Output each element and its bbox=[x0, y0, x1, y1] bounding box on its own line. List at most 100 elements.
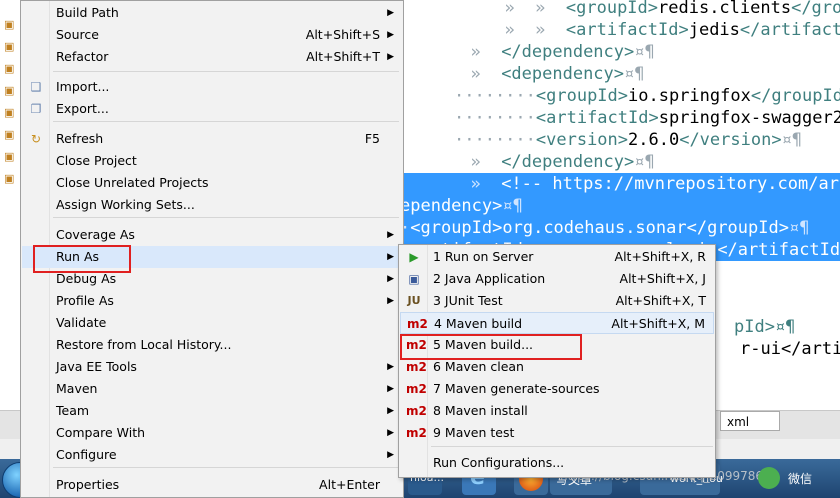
submenu-item-label: 9 Maven test bbox=[433, 425, 515, 440]
package-icon: ▣ bbox=[4, 40, 15, 53]
code-line: » <!-- https://mvnrepository.com/artifac… bbox=[400, 173, 840, 195]
whitespace-marker: » » bbox=[484, 0, 566, 18]
menu-item-label: Close Unrelated Projects bbox=[56, 175, 209, 190]
whitespace-marker: ¤¶ bbox=[624, 64, 645, 84]
submenu-item-label: 7 Maven generate-sources bbox=[433, 381, 600, 396]
menu-item-close-project[interactable]: Close Project bbox=[22, 150, 402, 172]
m2-icon: m2 bbox=[406, 382, 427, 396]
menu-item-coverage-as[interactable]: Coverage As ▶ bbox=[22, 224, 402, 246]
xml-tag: <artifactId> bbox=[565, 20, 689, 40]
whitespace-marker: ········ bbox=[454, 130, 536, 150]
xml-text: redis.clients bbox=[658, 0, 792, 18]
menu-item-java-ee-tools[interactable]: Java EE Tools ▶ bbox=[22, 356, 402, 378]
menu-item-build-path[interactable]: Build Path ▶ bbox=[22, 2, 402, 24]
xml-text: io.springfox bbox=[628, 86, 751, 106]
submenu-arrow-icon: ▶ bbox=[387, 384, 394, 394]
whitespace-marker: » » bbox=[484, 20, 566, 40]
submenu-arrow-icon: ▶ bbox=[387, 30, 394, 40]
menu-item-validate[interactable]: Validate bbox=[22, 312, 402, 334]
menu-item-label: Close Project bbox=[56, 153, 137, 168]
menu-item-compare-with[interactable]: Compare With ▶ bbox=[22, 422, 402, 444]
menu-item-import[interactable]: ❑ Import... bbox=[22, 76, 402, 98]
menu-item-label: Export... bbox=[56, 101, 109, 116]
menu-item-refresh[interactable]: ↻ Refresh F5 bbox=[22, 128, 402, 150]
code-line: ········<groupId>io.springfox</groupId>¤… bbox=[454, 85, 840, 107]
whitespace-marker: ¤¶ bbox=[788, 218, 810, 238]
menu-item-label: Java EE Tools bbox=[56, 359, 137, 374]
menu-item-configure[interactable]: Configure ▶ bbox=[22, 444, 402, 466]
submenu-arrow-icon: ▶ bbox=[387, 52, 394, 62]
submenu-arrow-icon: ▶ bbox=[387, 274, 394, 284]
code-line: ········<version>2.6.0</version>¤¶ bbox=[454, 129, 802, 151]
xml-text: jedis bbox=[688, 20, 740, 40]
package-icon: ▣ bbox=[4, 172, 15, 185]
package-icon: ▣ bbox=[4, 62, 15, 75]
submenu-item-9-maven-test[interactable]: m2 9 Maven test bbox=[400, 422, 714, 444]
xml-text: springfox-swagger2 bbox=[658, 108, 840, 128]
submenu-arrow-icon: ▶ bbox=[387, 362, 394, 372]
menu-item-properties[interactable]: Properties Alt+Enter bbox=[22, 474, 402, 496]
submenu-item-4-maven-build[interactable]: m2 4 Maven build Alt+Shift+X, M bbox=[400, 312, 714, 334]
submenu-item-3-junit-test[interactable]: JU 3 JUnit Test Alt+Shift+X, T bbox=[400, 290, 714, 312]
menu-item-assign-working-sets[interactable]: Assign Working Sets... bbox=[22, 194, 402, 216]
package-icon: ▣ bbox=[4, 84, 15, 97]
xml-tag: <groupId> bbox=[410, 218, 503, 238]
m2-icon: m2 bbox=[406, 404, 427, 418]
xml-tag: </artifactId> bbox=[717, 240, 840, 260]
submenu-arrow-icon: ▶ bbox=[387, 252, 394, 262]
whitespace-marker: ¤¶ bbox=[781, 130, 803, 150]
submenu-arrow-icon: ▶ bbox=[387, 406, 394, 416]
whitespace-marker: » bbox=[450, 64, 502, 84]
run-as-submenu: ▶ 1 Run on Server Alt+Shift+X, R ▣ 2 Java Ap… bbox=[398, 244, 716, 478]
m2-icon: m2 bbox=[407, 317, 428, 331]
run-as-highlight bbox=[33, 245, 131, 273]
menu-item-shortcut: Alt+Shift+T bbox=[306, 49, 380, 64]
menu-item-label: Validate bbox=[56, 315, 107, 330]
menu-item-refactor[interactable]: Refactor Alt+Shift+T ▶ bbox=[22, 46, 402, 68]
menu-item-label: Build Path bbox=[56, 5, 119, 20]
submenu-item-label: 3 JUnit Test bbox=[433, 293, 503, 308]
code-line: ependency>¤¶ bbox=[400, 195, 840, 217]
menu-item-close-unrelated-projects[interactable]: Close Unrelated Projects bbox=[22, 172, 402, 194]
code-partial: r-ui</artif bbox=[740, 339, 840, 359]
java-app-icon: ▣ bbox=[408, 272, 420, 286]
submenu-arrow-icon: ▶ bbox=[387, 428, 394, 438]
menu-item-label: Profile As bbox=[56, 293, 114, 308]
whitespace-marker: ¤¶ bbox=[502, 196, 523, 216]
tab-pom-xml[interactable]: xml bbox=[720, 411, 780, 431]
submenu-item-7-maven-generate-sources[interactable]: m2 7 Maven generate-sources bbox=[400, 378, 714, 400]
xml-tag: <groupId> bbox=[535, 86, 629, 106]
whitespace-marker: » bbox=[450, 174, 502, 194]
submenu-separator bbox=[431, 446, 713, 447]
submenu-item-shortcut: Alt+Shift+X, T bbox=[615, 293, 706, 308]
xml-tag: ependency> bbox=[400, 196, 503, 216]
submenu-item-8-maven-install[interactable]: m2 8 Maven install bbox=[400, 400, 714, 422]
menu-item-maven[interactable]: Maven ▶ bbox=[22, 378, 402, 400]
whitespace-marker: » bbox=[450, 152, 502, 172]
wechat-icon bbox=[758, 467, 780, 489]
menu-item-label: Import... bbox=[56, 79, 110, 94]
menu-item-profile-as[interactable]: Profile As ▶ bbox=[22, 290, 402, 312]
code-line: ········<artifactId>springfox-swagger2</ bbox=[454, 107, 840, 129]
submenu-arrow-icon: ▶ bbox=[387, 296, 394, 306]
code-line: » <dependency>¤¶ bbox=[450, 63, 645, 85]
submenu-item-1-run-on-server[interactable]: ▶ 1 Run on Server Alt+Shift+X, R bbox=[400, 246, 714, 268]
code-line: » </dependency>¤¶ bbox=[450, 151, 655, 173]
submenu-item-run-configurations[interactable]: Run Configurations... bbox=[400, 452, 714, 474]
package-icon: ▣ bbox=[4, 106, 15, 119]
whitespace-marker: ¤¶ bbox=[634, 42, 655, 62]
code-line: » » <groupId>redis.clients</groupId>¤¶ bbox=[484, 0, 840, 19]
package-explorer-strip: ▣ ▣ ▣ ▣ ▣ ▣ ▣ ▣ bbox=[0, 0, 22, 420]
menu-item-restore-from-local-history[interactable]: Restore from Local History... bbox=[22, 334, 402, 356]
submenu-arrow-icon: ▶ bbox=[387, 8, 394, 18]
whitespace-marker: ¤¶ bbox=[634, 152, 655, 172]
xml-tag: </dependency> bbox=[501, 152, 635, 172]
xml-tag: </groupId> bbox=[686, 218, 789, 238]
menu-item-team[interactable]: Team ▶ bbox=[22, 400, 402, 422]
menu-item-source[interactable]: Source Alt+Shift+S ▶ bbox=[22, 24, 402, 46]
code-line: » </dependency>¤¶ bbox=[450, 41, 655, 63]
submenu-item-2-java-application[interactable]: ▣ 2 Java Application Alt+Shift+X, J bbox=[400, 268, 714, 290]
package-icon: ▣ bbox=[4, 18, 15, 31]
xml-tag: </dependency> bbox=[501, 42, 635, 62]
menu-item-export[interactable]: ❐ Export... bbox=[22, 98, 402, 120]
